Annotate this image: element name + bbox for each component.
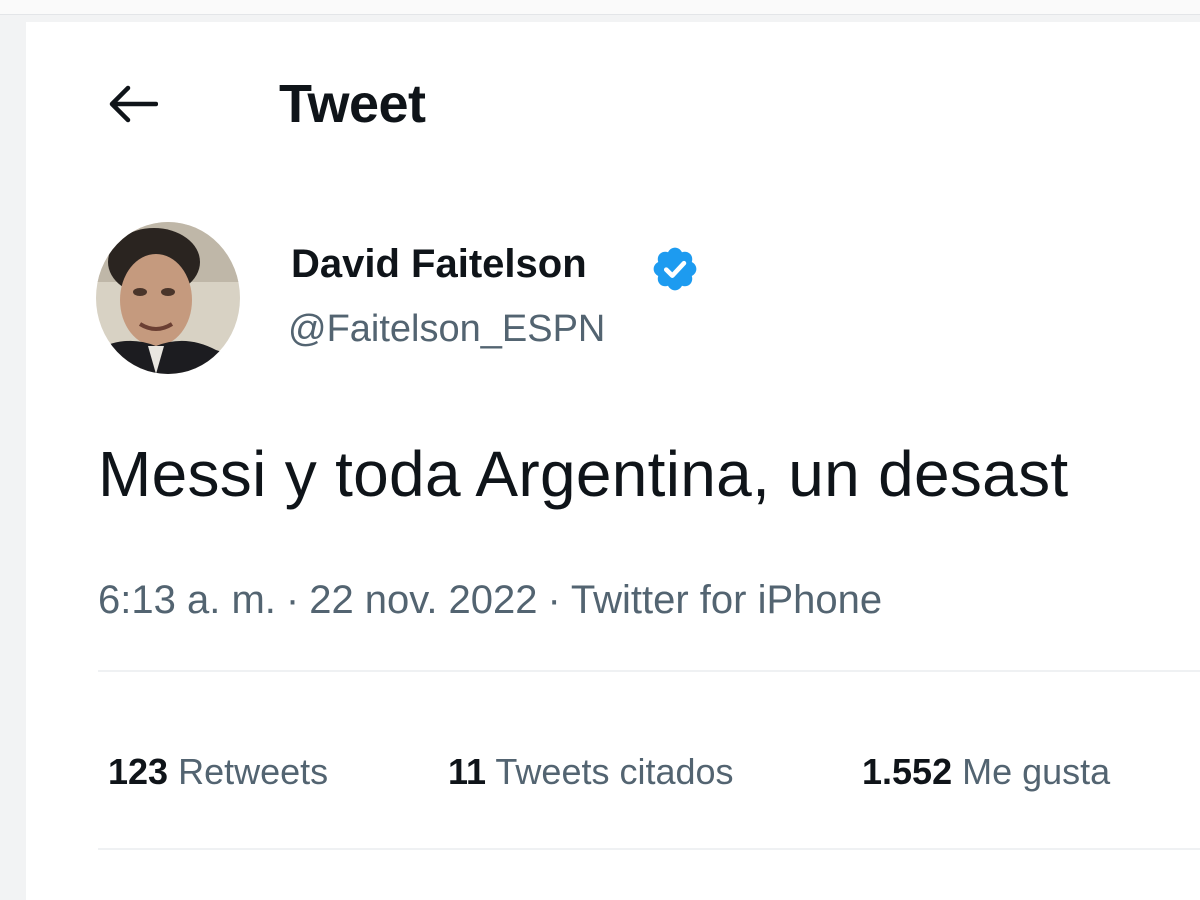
tweet-panel: Tweet David Faitelson @Faitelson_ESPN Me… xyxy=(26,22,1200,900)
arrow-left-icon xyxy=(109,85,158,123)
verified-badge-icon xyxy=(653,247,697,291)
browser-top-strip xyxy=(0,0,1200,15)
retweets-stat[interactable]: 123 Retweets xyxy=(108,746,328,798)
retweets-label: Retweets xyxy=(178,751,329,792)
tweet-meta: 6:13 a. m. · 22 nov. 2022 · Twitter for iPho… xyxy=(98,574,882,626)
meta-separator: · xyxy=(547,578,561,622)
divider-bottom xyxy=(98,848,1200,850)
likes-count: 1.552 xyxy=(862,751,953,792)
page-title: Tweet xyxy=(279,74,426,134)
author-name[interactable]: David Faitelson xyxy=(291,240,587,288)
divider-top xyxy=(98,670,1200,672)
quote-tweets-count: 11 xyxy=(448,751,487,792)
avatar-photo xyxy=(96,222,240,374)
tweet-text: Messi y toda Argentina, un desast xyxy=(98,438,1069,510)
back-button[interactable] xyxy=(100,78,164,130)
tweet-header: Tweet xyxy=(26,22,1200,182)
meta-separator: · xyxy=(285,578,300,622)
likes-label: Me gusta xyxy=(962,751,1111,792)
retweets-count: 123 xyxy=(108,751,169,792)
quote-tweets-label: Tweets citados xyxy=(495,751,734,792)
tweet-time[interactable]: 6:13 a. m. xyxy=(98,578,276,622)
likes-stat[interactable]: 1.552 Me gusta xyxy=(862,746,1110,798)
quote-tweets-stat[interactable]: 11 Tweets citados xyxy=(448,746,734,798)
tweet-date[interactable]: 22 nov. 2022 xyxy=(309,578,537,622)
author-handle[interactable]: @Faitelson_ESPN xyxy=(288,306,605,352)
tweet-source[interactable]: Twitter for iPhone xyxy=(571,578,882,622)
avatar[interactable] xyxy=(96,222,240,374)
